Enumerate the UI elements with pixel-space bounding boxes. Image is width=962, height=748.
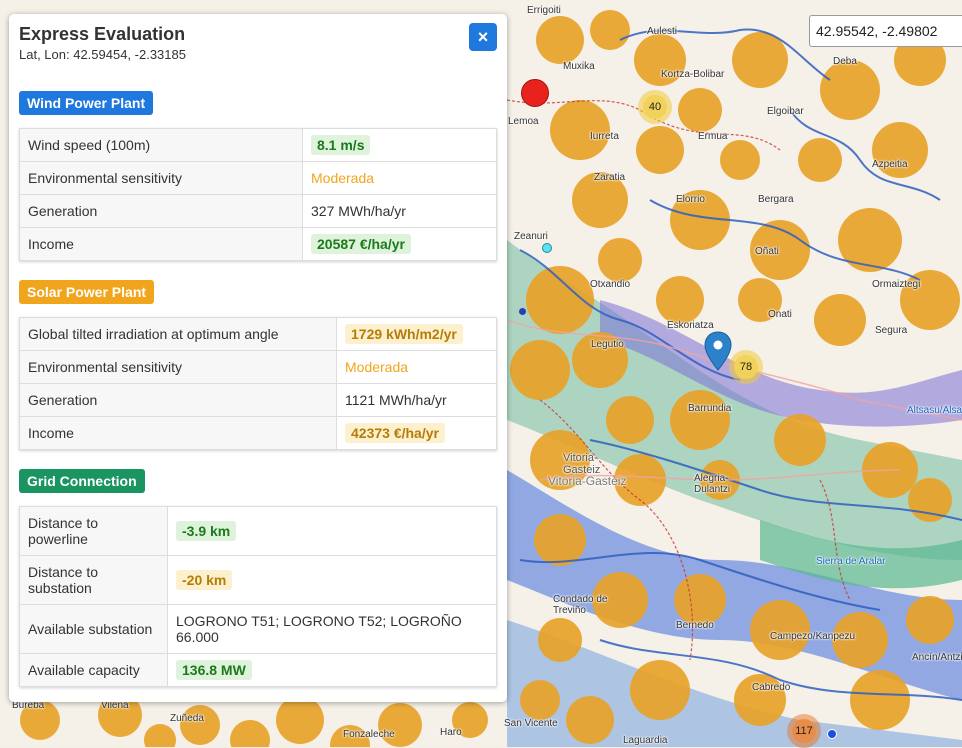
row-label: Global tilted irradiation at optimum ang… [19, 317, 337, 351]
place-label: Vitoria-Gasteiz [548, 474, 627, 488]
table-row: Income 20587 €/ha/yr [19, 227, 497, 261]
place-label: Vitoria-Gasteiz [563, 452, 601, 476]
available-substation-value: LOGRONO T51; LOGRONO T52; LOGROÑO 66.000 [167, 604, 497, 654]
row-label: Wind speed (100m) [19, 128, 303, 162]
place-label: Segura [875, 325, 908, 336]
table-row: Available capacity 136.8 MW [19, 653, 497, 687]
table-row: Available substation LOGRONO T51; LOGRON… [19, 604, 497, 654]
place-label: Barrundia [688, 403, 732, 414]
map-cluster[interactable]: 40 [638, 90, 672, 124]
income-value: 20587 €/ha/yr [311, 234, 411, 254]
place-label: Errigoiti [527, 5, 561, 16]
row-label: Environmental sensitivity [19, 161, 303, 195]
coordinate-readout[interactable]: 42.95542, -2.49802 [809, 15, 962, 47]
place-label: Ancín/Antzin [912, 652, 962, 663]
cluster-count: 117 [792, 719, 816, 743]
map-cluster[interactable]: 78 [729, 350, 763, 384]
row-label: Generation [19, 383, 337, 417]
express-evaluation-panel: Express Evaluation Lat, Lon: 42.59454, -… [9, 14, 507, 702]
place-label: Otxandio [590, 279, 631, 290]
row-label: Available capacity [19, 653, 168, 687]
place-label: Kortza-Bolibar [661, 69, 725, 80]
place-label: Ermua [698, 131, 728, 142]
row-label: Available substation [19, 604, 168, 654]
wind-power-plant-badge: Wind Power Plant [19, 91, 154, 115]
place-label: Iurreta [590, 131, 619, 142]
place-label: Zeanuri [514, 231, 548, 242]
place-label: Onati [768, 309, 792, 320]
irradiation-value: 1729 kWh/m2/yr [345, 324, 463, 344]
place-label: Elgoibar [767, 106, 804, 117]
row-label: Distance to powerline [19, 506, 168, 556]
place-label: Eskoriatza [667, 320, 714, 331]
place-label: San Vicente [504, 718, 558, 729]
map-point-marker[interactable] [827, 729, 837, 739]
panel-coordinates: Lat, Lon: 42.59454, -2.33185 [19, 47, 186, 62]
table-row: Environmental sensitivity Moderada [19, 350, 497, 384]
location-pin-icon[interactable] [704, 331, 732, 371]
place-label: Ormaiztegi [872, 279, 921, 290]
map-point-marker[interactable] [519, 308, 526, 315]
table-row: Global tilted irradiation at optimum ang… [19, 317, 497, 351]
distance-to-powerline-value: -3.9 km [176, 521, 237, 541]
place-label: Fonzaleche [343, 729, 395, 740]
table-row: Wind speed (100m) 8.1 m/s [19, 128, 497, 162]
place-label: Laguardia [623, 735, 668, 746]
map-point-marker[interactable] [542, 243, 552, 253]
grid-table: Distance to powerline -3.9 km Distance t… [19, 506, 497, 687]
place-label: Cabredo [752, 682, 791, 693]
place-label: Muxika [563, 61, 595, 72]
cluster-count: 78 [734, 355, 758, 379]
generation-value: 1121 MWh/ha/yr [336, 383, 497, 417]
distance-to-substation-value: -20 km [176, 570, 233, 590]
place-label: Alegria-Dulantzi [694, 473, 731, 495]
place-label: Elorrio [676, 194, 705, 205]
place-label: Zaratia [594, 172, 626, 183]
row-label: Distance to substation [19, 555, 168, 605]
environmental-sensitivity-value: Moderada [345, 359, 409, 375]
place-label: Bergara [758, 194, 794, 205]
red-circle-marker[interactable] [521, 79, 549, 107]
place-label: Haro [440, 727, 462, 738]
table-row: Environmental sensitivity Moderada [19, 161, 497, 195]
place-label: Legutio [591, 339, 624, 350]
table-row: Distance to substation -20 km [19, 555, 497, 605]
place-label: Lemoa [508, 116, 539, 127]
map-cluster[interactable]: 117 [787, 714, 821, 748]
wind-table: Wind speed (100m) 8.1 m/s Environmental … [19, 128, 497, 261]
table-row: Generation 327 MWh/ha/yr [19, 194, 497, 228]
place-label: Aulesti [647, 26, 678, 37]
row-label: Environmental sensitivity [19, 350, 337, 384]
close-button[interactable]: × [469, 23, 497, 51]
solar-table: Global tilted irradiation at optimum ang… [19, 317, 497, 450]
place-label: Deba [833, 56, 857, 67]
table-row: Generation 1121 MWh/ha/yr [19, 383, 497, 417]
place-label: Oñati [755, 246, 779, 257]
place-label: Campezo/Kanpezu [770, 631, 856, 642]
place-label: Azpeitia [872, 159, 908, 170]
solar-power-plant-badge: Solar Power Plant [19, 280, 155, 304]
panel-title: Express Evaluation [19, 24, 186, 44]
place-label: Zuñeda [170, 713, 204, 724]
row-label: Income [19, 416, 337, 450]
generation-value: 327 MWh/ha/yr [302, 194, 497, 228]
place-label: Altsasu/Alsasua [907, 405, 962, 416]
place-label: Bernedo [676, 620, 714, 631]
row-label: Generation [19, 194, 303, 228]
table-row: Income 42373 €/ha/yr [19, 416, 497, 450]
place-label: Condado de Treviño [553, 594, 608, 616]
place-label: Sierra de Aralar [816, 556, 886, 567]
row-label: Income [19, 227, 303, 261]
environmental-sensitivity-value: Moderada [311, 170, 375, 186]
table-row: Distance to powerline -3.9 km [19, 506, 497, 556]
grid-connection-badge: Grid Connection [19, 469, 145, 493]
cluster-count: 40 [643, 95, 667, 119]
income-value: 42373 €/ha/yr [345, 423, 445, 443]
wind-speed-value: 8.1 m/s [311, 135, 371, 155]
available-capacity-value: 136.8 MW [176, 660, 252, 680]
